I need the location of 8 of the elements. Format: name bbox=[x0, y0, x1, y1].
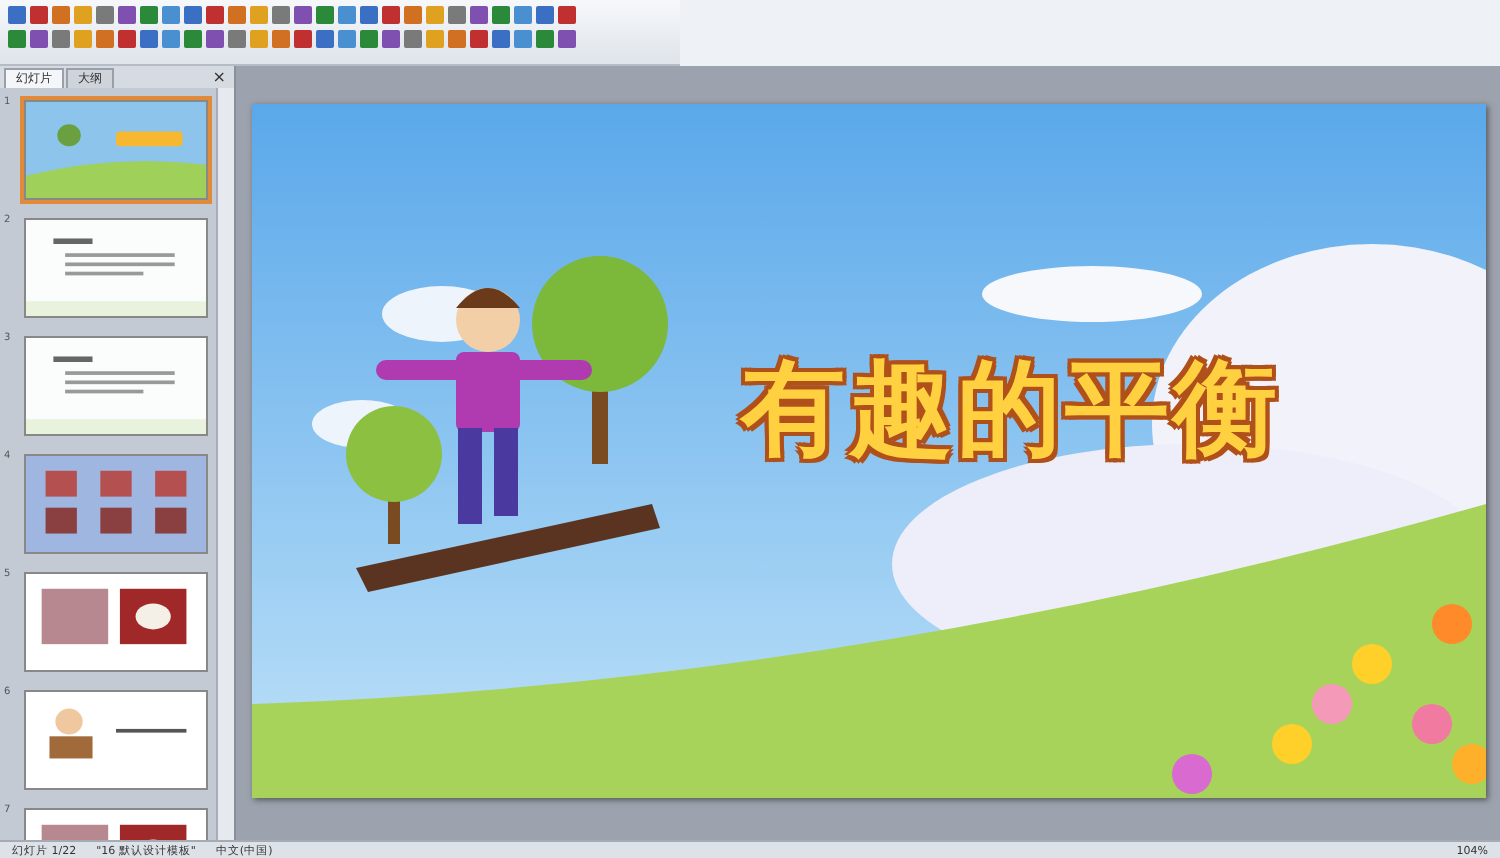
slide-thumbnail[interactable] bbox=[20, 332, 212, 440]
slide-thumbnail[interactable] bbox=[20, 450, 212, 558]
slide-thumbnail[interactable] bbox=[20, 214, 212, 322]
slide-thumbnail[interactable] bbox=[20, 686, 212, 794]
slide-thumbnail[interactable] bbox=[20, 96, 212, 204]
scrollbar[interactable] bbox=[216, 88, 234, 840]
slide-thumbnail[interactable] bbox=[20, 568, 212, 676]
close-button[interactable]: × bbox=[204, 68, 234, 88]
